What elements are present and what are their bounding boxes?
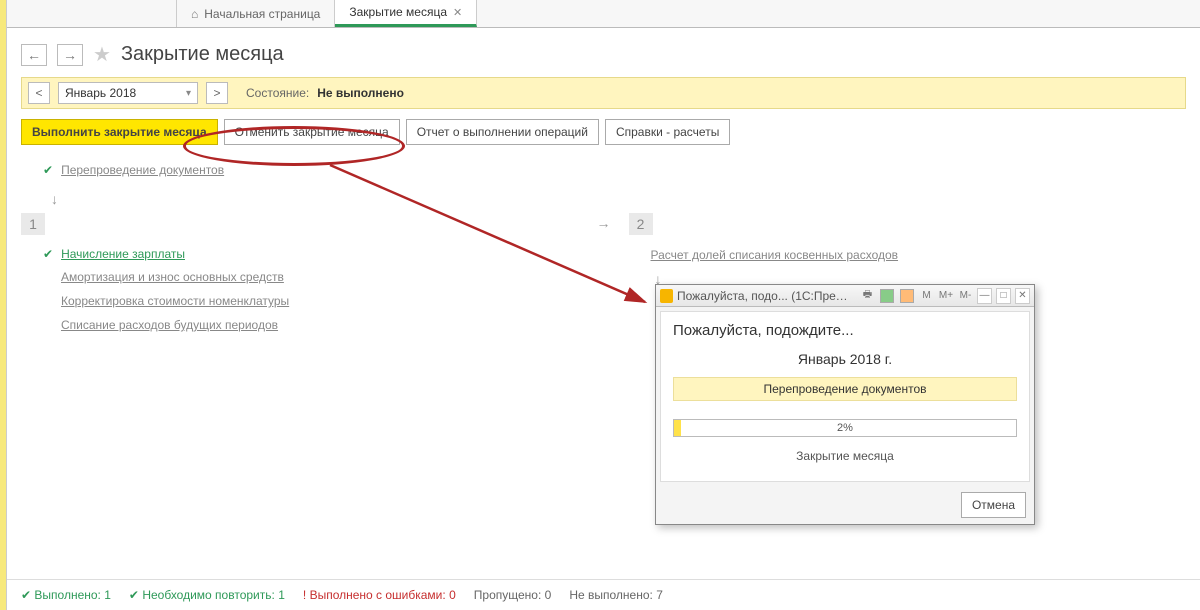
dialog-heading: Пожалуйста, подождите... [673, 322, 1017, 339]
period-input[interactable]: Январь 2018 ▾ [58, 82, 198, 104]
dialog-task-current: Перепроведение документов [673, 377, 1017, 401]
page-title: Закрытие месяца [121, 43, 284, 66]
tab-bar: ⌂ Начальная страница Закрытие месяца ✕ [7, 0, 1200, 28]
check-icon: ✔ [43, 163, 53, 177]
close-icon[interactable]: ✕ [453, 6, 462, 19]
toolbar: Выполнить закрытие месяца Отменить закры… [7, 109, 1200, 153]
close-icon[interactable]: ✕ [1015, 288, 1030, 304]
m-button[interactable]: M [919, 288, 934, 304]
state-value: Не выполнено [317, 86, 404, 100]
references-button[interactable]: Справки - расчеты [605, 119, 730, 145]
footer-notdone-count: 7 [656, 588, 663, 602]
footer-done-label: Выполнено: [34, 588, 100, 602]
check-icon: ✔ [21, 588, 31, 602]
period-next-button[interactable]: > [206, 82, 228, 104]
op-repost-link[interactable]: Перепроведение документов [61, 163, 224, 177]
op-amort-link[interactable]: Амортизация и износ основных средств [61, 270, 284, 284]
state-label: Состояние: [246, 86, 309, 100]
forward-button[interactable]: → [57, 44, 83, 66]
op-repost-row: ✔ Перепроведение документов [21, 157, 1186, 187]
dialog-titlebar[interactable]: Пожалуйста, подо... (1С:Предприятие) 🖶 M… [656, 285, 1034, 307]
arrow-right-icon: → [597, 215, 611, 231]
step-1-badge: 1 [21, 213, 45, 235]
footer-skipped-count: 0 [545, 588, 552, 602]
back-button[interactable]: ← [21, 44, 47, 66]
footer-errors-count: 0 [449, 588, 456, 602]
alert-icon: ! [303, 588, 306, 602]
dialog-period: Январь 2018 г. [673, 351, 1017, 367]
execute-month-close-button[interactable]: Выполнить закрытие месяца [21, 119, 218, 145]
tab-month-close[interactable]: Закрытие месяца ✕ [335, 0, 477, 27]
app-icon [660, 289, 673, 303]
header: ← → ★ Закрытие месяца [7, 28, 1200, 77]
home-icon: ⌂ [191, 7, 198, 21]
footer-repeat-label: Необходимо повторить: [142, 588, 275, 602]
period-value: Январь 2018 [65, 86, 136, 100]
grid-icon[interactable] [879, 288, 895, 304]
m-minus-button[interactable]: M- [958, 288, 973, 304]
chevron-down-icon[interactable]: ▾ [186, 88, 191, 99]
footer-repeat-count: 1 [278, 588, 285, 602]
maximize-icon[interactable]: □ [996, 288, 1011, 304]
m-plus-button[interactable]: M+ [938, 288, 954, 304]
op-correct-link[interactable]: Корректировка стоимости номенклатуры [61, 294, 289, 308]
tab-active-label: Закрытие месяца [349, 5, 447, 19]
progress-fill [674, 420, 681, 436]
wait-dialog: Пожалуйста, подо... (1С:Предприятие) 🖶 M… [655, 284, 1035, 525]
tab-home-label: Начальная страница [204, 7, 320, 21]
footer-errors-label: Выполнено с ошибками: [310, 588, 446, 602]
operations-report-button[interactable]: Отчет о выполнении операций [406, 119, 599, 145]
step-2-badge: 2 [629, 213, 653, 235]
progress-label: 2% [837, 422, 853, 434]
dialog-task-overall: Закрытие месяца [673, 449, 1017, 463]
op-future-link[interactable]: Списание расходов будущих периодов [61, 318, 278, 332]
op-indirect-link[interactable]: Расчет долей списания косвенных расходов [651, 248, 899, 262]
column-1: 1 ✔ Начисление зарплаты Амортизация и из… [21, 213, 579, 337]
calc-icon[interactable] [899, 288, 915, 304]
progress-bar: 2% [673, 419, 1017, 437]
status-bar: < Январь 2018 ▾ > Состояние: Не выполнен… [21, 77, 1186, 109]
tab-home[interactable]: ⌂ Начальная страница [177, 0, 335, 27]
dialog-title: Пожалуйста, подо... (1С:Предприятие) [677, 289, 852, 303]
status-footer: ✔ Выполнено: 1 ✔ Необходимо повторить: 1… [7, 579, 1200, 610]
print-icon[interactable]: 🖶 [860, 288, 875, 304]
footer-skipped-label: Пропущено: [474, 588, 542, 602]
op-salary-row: ✔ Начисление зарплаты [21, 243, 579, 265]
dialog-cancel-button[interactable]: Отмена [961, 492, 1026, 518]
arrow-down-icon: ↓ [51, 191, 1186, 207]
minimize-icon[interactable]: — [977, 288, 992, 304]
star-icon[interactable]: ★ [93, 42, 111, 67]
footer-notdone-label: Не выполнено: [569, 588, 653, 602]
check-icon: ✔ [129, 588, 139, 602]
footer-done-count: 1 [104, 588, 111, 602]
cancel-month-close-button[interactable]: Отменить закрытие месяца [224, 119, 400, 145]
op-salary-link[interactable]: Начисление зарплаты [61, 247, 185, 261]
check-icon: ✔ [43, 247, 53, 261]
period-prev-button[interactable]: < [28, 82, 50, 104]
